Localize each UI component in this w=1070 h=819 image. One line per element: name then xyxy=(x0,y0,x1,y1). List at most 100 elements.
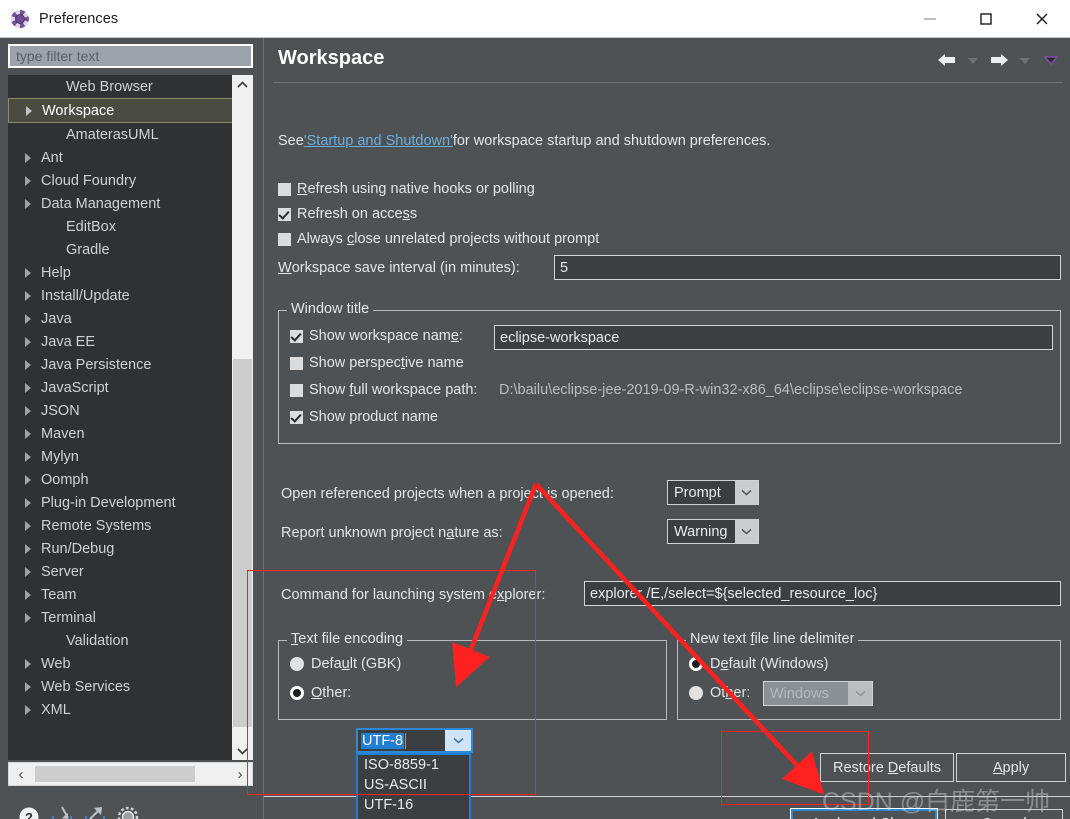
sidebar-item-oomph[interactable]: Oomph xyxy=(8,468,236,491)
tree-vertical-scrollbar[interactable] xyxy=(232,75,253,760)
checkbox-box[interactable] xyxy=(290,329,303,343)
expand-arrow-icon[interactable] xyxy=(25,451,31,462)
expand-arrow-icon[interactable] xyxy=(25,474,31,485)
tree-horizontal-scrollbar[interactable]: ‹ › xyxy=(8,762,253,786)
encoding-dropdown-list[interactable]: ISO-8859-1US-ASCIIUTF-16UTF-16BEUTF-16LE… xyxy=(356,753,471,819)
sidebar-item-plug-in-development[interactable]: Plug-in Development xyxy=(8,491,236,514)
chevron-down-icon[interactable] xyxy=(734,481,758,504)
export-icon[interactable] xyxy=(82,804,108,819)
preferences-tree[interactable]: Web Browser Workspace AmaterasUML Ant Cloud … xyxy=(8,75,236,760)
filter-input[interactable]: type filter text xyxy=(8,44,253,68)
encoding-option[interactable]: UTF-16 xyxy=(358,795,469,815)
sidebar-item-help[interactable]: Help xyxy=(8,261,236,284)
radio-delimiter-other[interactable]: Other: xyxy=(689,685,750,701)
apply-and-close-button[interactable]: Apply and Close xyxy=(790,808,938,819)
expand-arrow-icon[interactable] xyxy=(25,313,31,324)
save-interval-input[interactable]: 5 xyxy=(554,255,1061,280)
checkbox-box[interactable] xyxy=(278,232,291,246)
sidebar-item-workspace[interactable]: Workspace xyxy=(8,98,236,123)
sidebar-item-maven[interactable]: Maven xyxy=(8,422,236,445)
close-button[interactable] xyxy=(1014,0,1070,37)
view-menu-icon[interactable] xyxy=(1039,48,1063,72)
sidebar-item-web-services[interactable]: Web Services xyxy=(8,675,236,698)
sidebar-item-remote-systems[interactable]: Remote Systems xyxy=(8,514,236,537)
expand-arrow-icon[interactable] xyxy=(25,658,31,669)
expand-arrow-icon[interactable] xyxy=(25,152,31,163)
sidebar-item-web-browser[interactable]: Web Browser xyxy=(8,75,236,98)
apply-button[interactable]: Apply xyxy=(956,753,1066,782)
scroll-down-button[interactable] xyxy=(232,741,253,760)
sidebar-item-install-update[interactable]: Install/Update xyxy=(8,284,236,307)
expand-arrow-icon[interactable] xyxy=(25,497,31,508)
restore-defaults-button[interactable]: Restore Defaults xyxy=(820,753,954,782)
expand-arrow-icon[interactable] xyxy=(25,589,31,600)
expand-arrow-icon[interactable] xyxy=(25,336,31,347)
tree-hscroll-thumb[interactable] xyxy=(35,766,195,782)
sidebar-item-data-management[interactable]: Data Management xyxy=(8,192,236,215)
expand-arrow-icon[interactable] xyxy=(26,105,32,116)
help-icon[interactable]: ? xyxy=(16,804,42,819)
sidebar-item-java-persistence[interactable]: Java Persistence xyxy=(8,353,236,376)
expand-arrow-icon[interactable] xyxy=(25,359,31,370)
expand-arrow-icon[interactable] xyxy=(25,175,31,186)
scroll-right-button[interactable]: › xyxy=(229,763,251,785)
expand-arrow-icon[interactable] xyxy=(25,520,31,531)
encoding-combo[interactable]: UTF-8 xyxy=(356,728,473,753)
settings-gear-icon[interactable] xyxy=(115,804,141,819)
expand-arrow-icon[interactable] xyxy=(25,290,31,301)
checkbox-box[interactable] xyxy=(278,207,291,221)
sidebar-item-server[interactable]: Server xyxy=(8,560,236,583)
startup-shutdown-link[interactable]: 'Startup and Shutdown' xyxy=(304,133,453,149)
sidebar-item-mylyn[interactable]: Mylyn xyxy=(8,445,236,468)
sidebar-item-javascript[interactable]: JavaScript xyxy=(8,376,236,399)
sidebar-item-xml[interactable]: XML xyxy=(8,698,236,721)
expand-arrow-icon[interactable] xyxy=(25,704,31,715)
expand-arrow-icon[interactable] xyxy=(25,428,31,439)
back-dropdown-icon[interactable] xyxy=(961,48,985,72)
sidebar-item-validation[interactable]: Validation xyxy=(8,629,236,652)
import-icon[interactable] xyxy=(49,804,75,819)
checkbox-box[interactable] xyxy=(290,383,303,397)
maximize-button[interactable] xyxy=(958,0,1014,37)
radio-button[interactable] xyxy=(689,686,703,700)
sidebar-item-gradle[interactable]: Gradle xyxy=(8,238,236,261)
forward-arrow-icon[interactable] xyxy=(987,48,1011,72)
sidebar-item-java-ee[interactable]: Java EE xyxy=(8,330,236,353)
chevron-down-icon[interactable] xyxy=(445,730,471,751)
encoding-option[interactable]: US-ASCII xyxy=(358,775,469,795)
radio-button[interactable] xyxy=(689,657,703,671)
expand-arrow-icon[interactable] xyxy=(25,612,31,623)
encoding-option[interactable]: UTF-16BE xyxy=(358,815,469,819)
checkbox-show-full-workspace-path[interactable]: Show full workspace path: xyxy=(290,382,477,398)
back-arrow-icon[interactable] xyxy=(935,48,959,72)
radio-button[interactable] xyxy=(290,686,304,700)
checkbox-show-workspace-name[interactable]: Show workspace name: xyxy=(290,328,463,344)
minimize-button[interactable] xyxy=(902,0,958,37)
expand-arrow-icon[interactable] xyxy=(25,543,31,554)
radio-delimiter-default[interactable]: Default (Windows) xyxy=(689,656,828,672)
sidebar-item-web[interactable]: Web xyxy=(8,652,236,675)
checkbox-box[interactable] xyxy=(290,356,303,370)
open-referenced-combo[interactable]: Prompt xyxy=(667,480,759,505)
checkbox-refresh-native-hooks[interactable]: Refresh using native hooks or polling xyxy=(278,181,535,197)
expand-arrow-icon[interactable] xyxy=(25,198,31,209)
expand-arrow-icon[interactable] xyxy=(25,382,31,393)
report-nature-combo[interactable]: Warning xyxy=(667,519,759,544)
checkbox-box[interactable] xyxy=(278,182,291,196)
sidebar-item-editbox[interactable]: EditBox xyxy=(8,215,236,238)
checkbox-always-close-unrelated[interactable]: Always close unrelated projects without … xyxy=(278,231,599,247)
explorer-command-input[interactable]: explorer /E,/select=${selected_resource_… xyxy=(584,581,1061,606)
cancel-button[interactable]: Cancel xyxy=(945,809,1063,819)
checkbox-refresh-on-access[interactable]: Refresh on access xyxy=(278,206,417,222)
sidebar-item-json[interactable]: JSON xyxy=(8,399,236,422)
sidebar-item-cloud-foundry[interactable]: Cloud Foundry xyxy=(8,169,236,192)
forward-dropdown-icon[interactable] xyxy=(1013,48,1037,72)
encoding-option[interactable]: ISO-8859-1 xyxy=(358,755,469,775)
sidebar-item-terminal[interactable]: Terminal xyxy=(8,606,236,629)
workspace-name-input[interactable]: eclipse-workspace xyxy=(494,325,1053,350)
tree-scroll-thumb[interactable] xyxy=(233,359,252,727)
checkbox-show-perspective-name[interactable]: Show perspective name xyxy=(290,355,464,371)
scroll-up-button[interactable] xyxy=(232,75,253,94)
radio-encoding-default[interactable]: Default (GBK) xyxy=(290,656,401,672)
sidebar-item-ant[interactable]: Ant xyxy=(8,146,236,169)
